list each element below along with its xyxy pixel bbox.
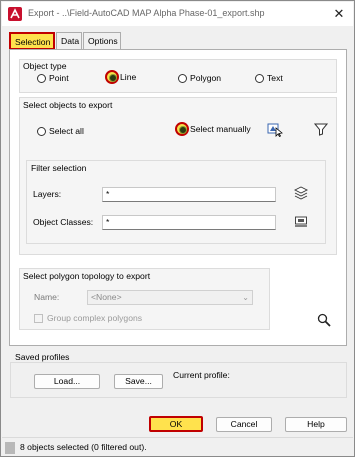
radio-line[interactable]: Line [105, 70, 136, 84]
radio-point[interactable]: Point [37, 73, 69, 83]
group-complex-polygons-label: Group complex polygons [47, 313, 143, 323]
tab-options-label: Options [88, 36, 118, 46]
tab-selection-label: Selection [15, 37, 51, 47]
selection-tab-panel: Object type Point Line Polygon Text Sele… [9, 49, 347, 346]
select-objects-label: Select objects to export [23, 100, 113, 110]
tab-selection[interactable]: Selection [9, 32, 55, 50]
radio-select-manually-circle[interactable] [175, 122, 189, 136]
help-button[interactable]: Help [285, 417, 347, 432]
object-classes-label: Object Classes: [33, 217, 94, 227]
object-classes-field[interactable]: * [102, 215, 276, 230]
layers-field[interactable]: * [102, 187, 276, 202]
radio-polygon[interactable]: Polygon [178, 73, 221, 83]
radio-point-circle[interactable] [37, 73, 46, 83]
select-objects-button[interactable] [266, 121, 284, 139]
layers-button[interactable] [292, 185, 310, 203]
radio-select-manually[interactable]: Select manually [175, 122, 251, 136]
load-profile-button[interactable]: Load... [34, 374, 100, 389]
filter-selection-group: Filter selection Layers: * Object Classe… [26, 160, 326, 244]
radio-point-label: Point [49, 73, 69, 83]
cancel-button[interactable]: Cancel [216, 417, 272, 432]
filter-funnel-icon [313, 122, 329, 138]
polygon-topology-label: Select polygon topology to export [23, 271, 151, 281]
radio-line-circle[interactable] [105, 70, 119, 84]
radio-line-label: Line [120, 72, 137, 82]
tab-data-label: Data [61, 36, 80, 46]
quick-select-filter-button[interactable] [312, 121, 330, 139]
object-classes-button[interactable] [292, 213, 310, 231]
polygon-topology-group: Select polygon topology to export Name: … [19, 268, 270, 330]
saved-profiles-group: Load... Save... Current profile: [10, 362, 347, 398]
topology-name-value: <None> [91, 292, 122, 302]
status-grip-icon [5, 442, 15, 454]
select-objects-icon [267, 121, 283, 139]
radio-select-all[interactable]: Select all [37, 126, 84, 136]
radio-text[interactable]: Text [255, 73, 283, 83]
close-button[interactable]: ✕ [331, 5, 347, 23]
tab-options[interactable]: Options [83, 32, 121, 49]
radio-text-label: Text [267, 73, 283, 83]
group-complex-polygons-checkbox[interactable]: Group complex polygons [34, 313, 142, 323]
save-profile-button[interactable]: Save... [114, 374, 163, 389]
radio-select-manually-label: Select manually [190, 124, 251, 134]
group-complex-polygons-box[interactable] [34, 313, 43, 323]
chevron-down-icon: ⌄ [242, 293, 249, 302]
filter-selection-label: Filter selection [31, 163, 87, 173]
object-classes-icon [294, 214, 308, 230]
layers-icon [293, 186, 309, 202]
status-bar: 8 objects selected (0 filtered out). [2, 437, 353, 456]
ok-button[interactable]: OK [149, 416, 203, 432]
radio-polygon-label: Polygon [190, 73, 222, 83]
topology-name-label: Name: [34, 292, 60, 302]
saved-profiles-label: Saved profiles [15, 352, 70, 362]
object-type-label: Object type [23, 61, 67, 71]
select-objects-group: Select objects to export Select all Sele… [19, 97, 337, 255]
magnifier-icon [317, 313, 331, 329]
window-title: Export - ..\Field-AutoCAD MAP Alpha Phas… [28, 8, 265, 18]
object-type-group: Object type Point Line Polygon Text [19, 59, 337, 93]
radio-select-all-circle[interactable] [37, 126, 46, 136]
export-dialog: Export - ..\Field-AutoCAD MAP Alpha Phas… [0, 0, 355, 457]
radio-select-all-label: Select all [49, 126, 84, 136]
radio-polygon-circle[interactable] [178, 73, 187, 83]
topology-name-select[interactable]: <None> ⌄ [87, 290, 253, 305]
current-profile-label: Current profile: [173, 370, 230, 380]
autocad-app-icon [8, 7, 22, 21]
tab-data[interactable]: Data [56, 32, 82, 49]
layers-label: Layers: [33, 189, 62, 199]
radio-text-circle[interactable] [255, 73, 264, 83]
zoom-button[interactable] [316, 313, 332, 329]
title-bar: Export - ..\Field-AutoCAD MAP Alpha Phas… [2, 2, 353, 26]
status-text: 8 objects selected (0 filtered out). [20, 442, 147, 452]
